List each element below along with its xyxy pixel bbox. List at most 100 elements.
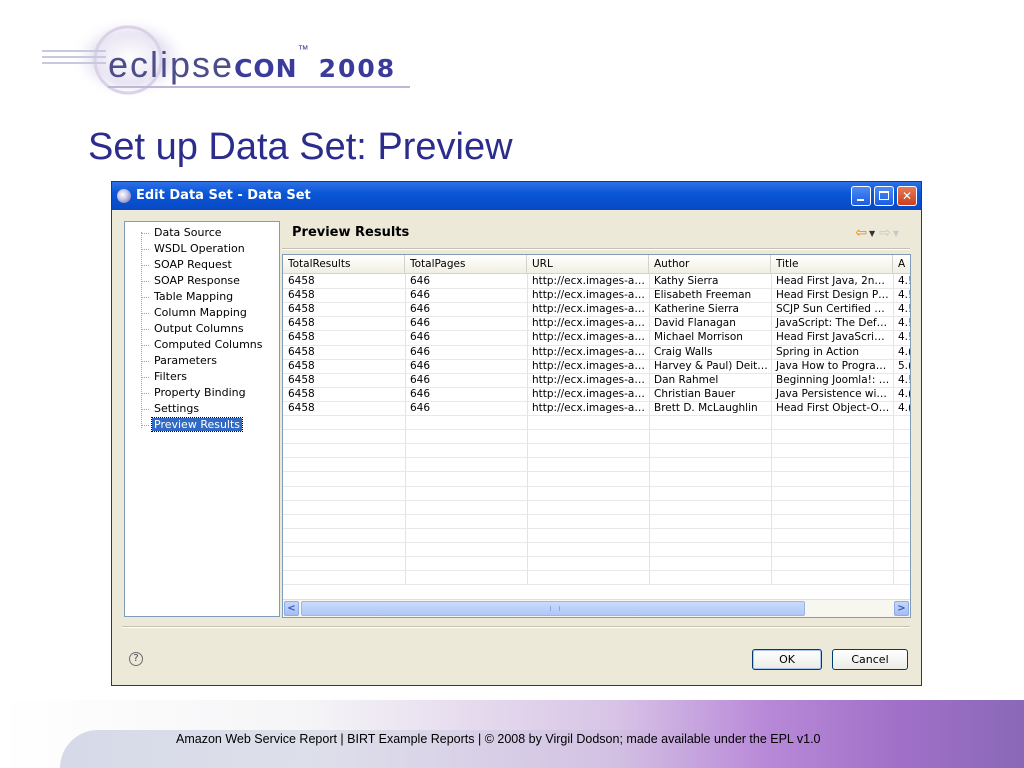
column-header-url[interactable]: URL <box>527 255 649 273</box>
table-row[interactable]: 6458 646 http://ecx.images-a… Elisabeth Fre… <box>283 288 910 302</box>
logo-year: 2008 <box>318 54 397 83</box>
help-icon[interactable]: ? <box>129 652 143 666</box>
table-row[interactable]: 6458 646 http://ecx.images-a… Harvey & Paul… <box>283 359 910 373</box>
ok-button[interactable]: OK <box>752 649 822 670</box>
maximize-button[interactable] <box>874 186 894 206</box>
column-header-a[interactable]: A <box>893 255 910 273</box>
table-row[interactable]: 6458 646 http://ecx.images-a… Dan Rahmel Beg… <box>283 373 911 387</box>
nav-item-filters[interactable]: Filters <box>141 369 189 385</box>
logo-tm: ™ <box>297 44 311 56</box>
table-cell: SCJP Sun Certified … <box>776 303 885 315</box>
nav-item-table-mapping[interactable]: Table Mapping <box>141 289 235 305</box>
column-header-totalresults[interactable]: TotalResults <box>283 255 405 273</box>
close-button[interactable]: ✕ <box>897 186 917 206</box>
table-cell: 646 <box>410 303 431 315</box>
table-cell: Brett D. McLaughlin <box>654 402 758 414</box>
table-row[interactable]: 6458 646 http://ecx.images-a… David Flanaga… <box>283 316 911 330</box>
table-cell: 646 <box>410 289 431 301</box>
table-cell: Elisabeth Freeman <box>654 289 752 301</box>
panel-title: Preview Results <box>292 225 410 240</box>
nav-item-parameters[interactable]: Parameters <box>141 353 219 369</box>
scroll-thumb[interactable] <box>301 601 805 616</box>
table-row[interactable]: 6458 646 http://ecx.images-a… Michael Morri… <box>283 330 911 344</box>
nav-item-label: Output Columns <box>154 322 244 335</box>
table-cell: Head First Java, 2n… <box>776 275 885 287</box>
nav-item-label: Table Mapping <box>154 290 234 303</box>
nav-item-data-source[interactable]: Data Source <box>141 225 224 241</box>
forward-arrow-icon[interactable]: ⇨ <box>879 225 891 241</box>
nav-item-computed-columns[interactable]: Computed Columns <box>141 337 265 353</box>
dialog-footer-divider <box>122 626 910 628</box>
table-cell: 6458 <box>288 374 315 386</box>
table-row[interactable]: 6458 646 http://ecx.images-a… Craig Walls Sp… <box>283 345 911 359</box>
history-nav: ⇦ ▼ ⇨ ▼ <box>855 225 903 241</box>
column-header-title[interactable]: Title <box>771 255 893 273</box>
table-cell: 4.! <box>898 317 911 329</box>
table-cell: 6458 <box>288 360 315 372</box>
edit-data-set-dialog: Edit Data Set - Data Set ✕ Data Source W… <box>111 181 922 686</box>
back-dropdown-icon[interactable]: ▼ <box>869 229 875 238</box>
scroll-left-icon[interactable]: < <box>284 601 299 616</box>
nav-item-soap-request[interactable]: SOAP Request <box>141 257 234 273</box>
table-cell: Katherine Sierra <box>654 303 739 315</box>
table-row[interactable]: 6458 646 http://ecx.images-a… Brett D. McLa… <box>283 401 911 415</box>
table-cell: 4.( <box>898 402 911 414</box>
forward-dropdown-icon[interactable]: ▼ <box>893 229 899 238</box>
table-cell: 646 <box>410 374 431 386</box>
table-cell: JavaScript: The Def… <box>776 317 888 329</box>
table-cell: 4.! <box>898 331 911 343</box>
table-cell: Christian Bauer <box>654 388 736 400</box>
nav-item-label: Computed Columns <box>154 338 263 351</box>
column-header-totalpages[interactable]: TotalPages <box>405 255 527 273</box>
table-cell: 6458 <box>288 402 315 414</box>
horizontal-scrollbar[interactable]: < > <box>283 599 910 617</box>
nav-item-settings[interactable]: Settings <box>141 401 201 417</box>
table-cell: 646 <box>410 346 431 358</box>
preview-results-table: TotalResults TotalPages URL Author Title… <box>282 254 911 618</box>
nav-item-label: Preview Results <box>150 417 244 432</box>
nav-item-label: SOAP Request <box>154 258 232 271</box>
table-cell: Head First JavaScri… <box>776 331 885 343</box>
column-header-author[interactable]: Author <box>649 255 771 273</box>
table-cell: 4.! <box>898 374 911 386</box>
table-cell: Java How to Progra… <box>776 360 887 372</box>
table-cell: 646 <box>410 331 431 343</box>
table-cell: http://ecx.images-a… <box>532 289 645 301</box>
nav-item-label: WSDL Operation <box>154 242 245 255</box>
nav-item-label: SOAP Response <box>154 274 240 287</box>
table-cell: http://ecx.images-a… <box>532 275 645 287</box>
slide-title: Set up Data Set: Preview <box>88 126 513 168</box>
table-row[interactable]: 6458 646 http://ecx.images-a… Kathy Sierra H… <box>283 274 910 288</box>
scroll-right-icon[interactable]: > <box>894 601 909 616</box>
table-cell: Head First Design P… <box>776 289 889 301</box>
table-cell: Dan Rahmel <box>654 374 719 386</box>
table-row[interactable]: 6458 646 http://ecx.images-a… Christian Bau… <box>283 387 910 401</box>
table-cell: http://ecx.images-a… <box>532 374 645 386</box>
nav-item-property-binding[interactable]: Property Binding <box>141 385 248 401</box>
table-cell: http://ecx.images-a… <box>532 346 645 358</box>
nav-item-label: Column Mapping <box>154 306 247 319</box>
table-cell: 6458 <box>288 346 315 358</box>
nav-item-label: Property Binding <box>154 386 246 399</box>
nav-item-output-columns[interactable]: Output Columns <box>141 321 246 337</box>
nav-item-label: Parameters <box>154 354 217 367</box>
table-cell: 646 <box>410 360 431 372</box>
logo-word: eclipse <box>108 44 235 85</box>
nav-item-wsdl-operation[interactable]: WSDL Operation <box>141 241 247 257</box>
table-cell: http://ecx.images-a… <box>532 402 645 414</box>
nav-item-column-mapping[interactable]: Column Mapping <box>141 305 249 321</box>
table-cell: 646 <box>410 317 431 329</box>
table-cell: 646 <box>410 388 431 400</box>
table-cell: http://ecx.images-a… <box>532 317 645 329</box>
table-cell: 4.( <box>898 346 911 358</box>
close-icon: ✕ <box>901 189 913 203</box>
table-cell: 6458 <box>288 303 315 315</box>
table-row[interactable]: 6458 646 http://ecx.images-a… Katherine Sie… <box>283 302 910 316</box>
cancel-button[interactable]: Cancel <box>832 649 908 670</box>
back-arrow-icon[interactable]: ⇦ <box>855 225 867 241</box>
minimize-button[interactable] <box>851 186 871 206</box>
table-cell: Head First Object-O… <box>776 402 890 414</box>
nav-item-preview-results[interactable]: Preview Results <box>141 417 244 433</box>
dialog-titlebar[interactable]: Edit Data Set - Data Set ✕ <box>112 182 921 210</box>
nav-item-soap-response[interactable]: SOAP Response <box>141 273 242 289</box>
